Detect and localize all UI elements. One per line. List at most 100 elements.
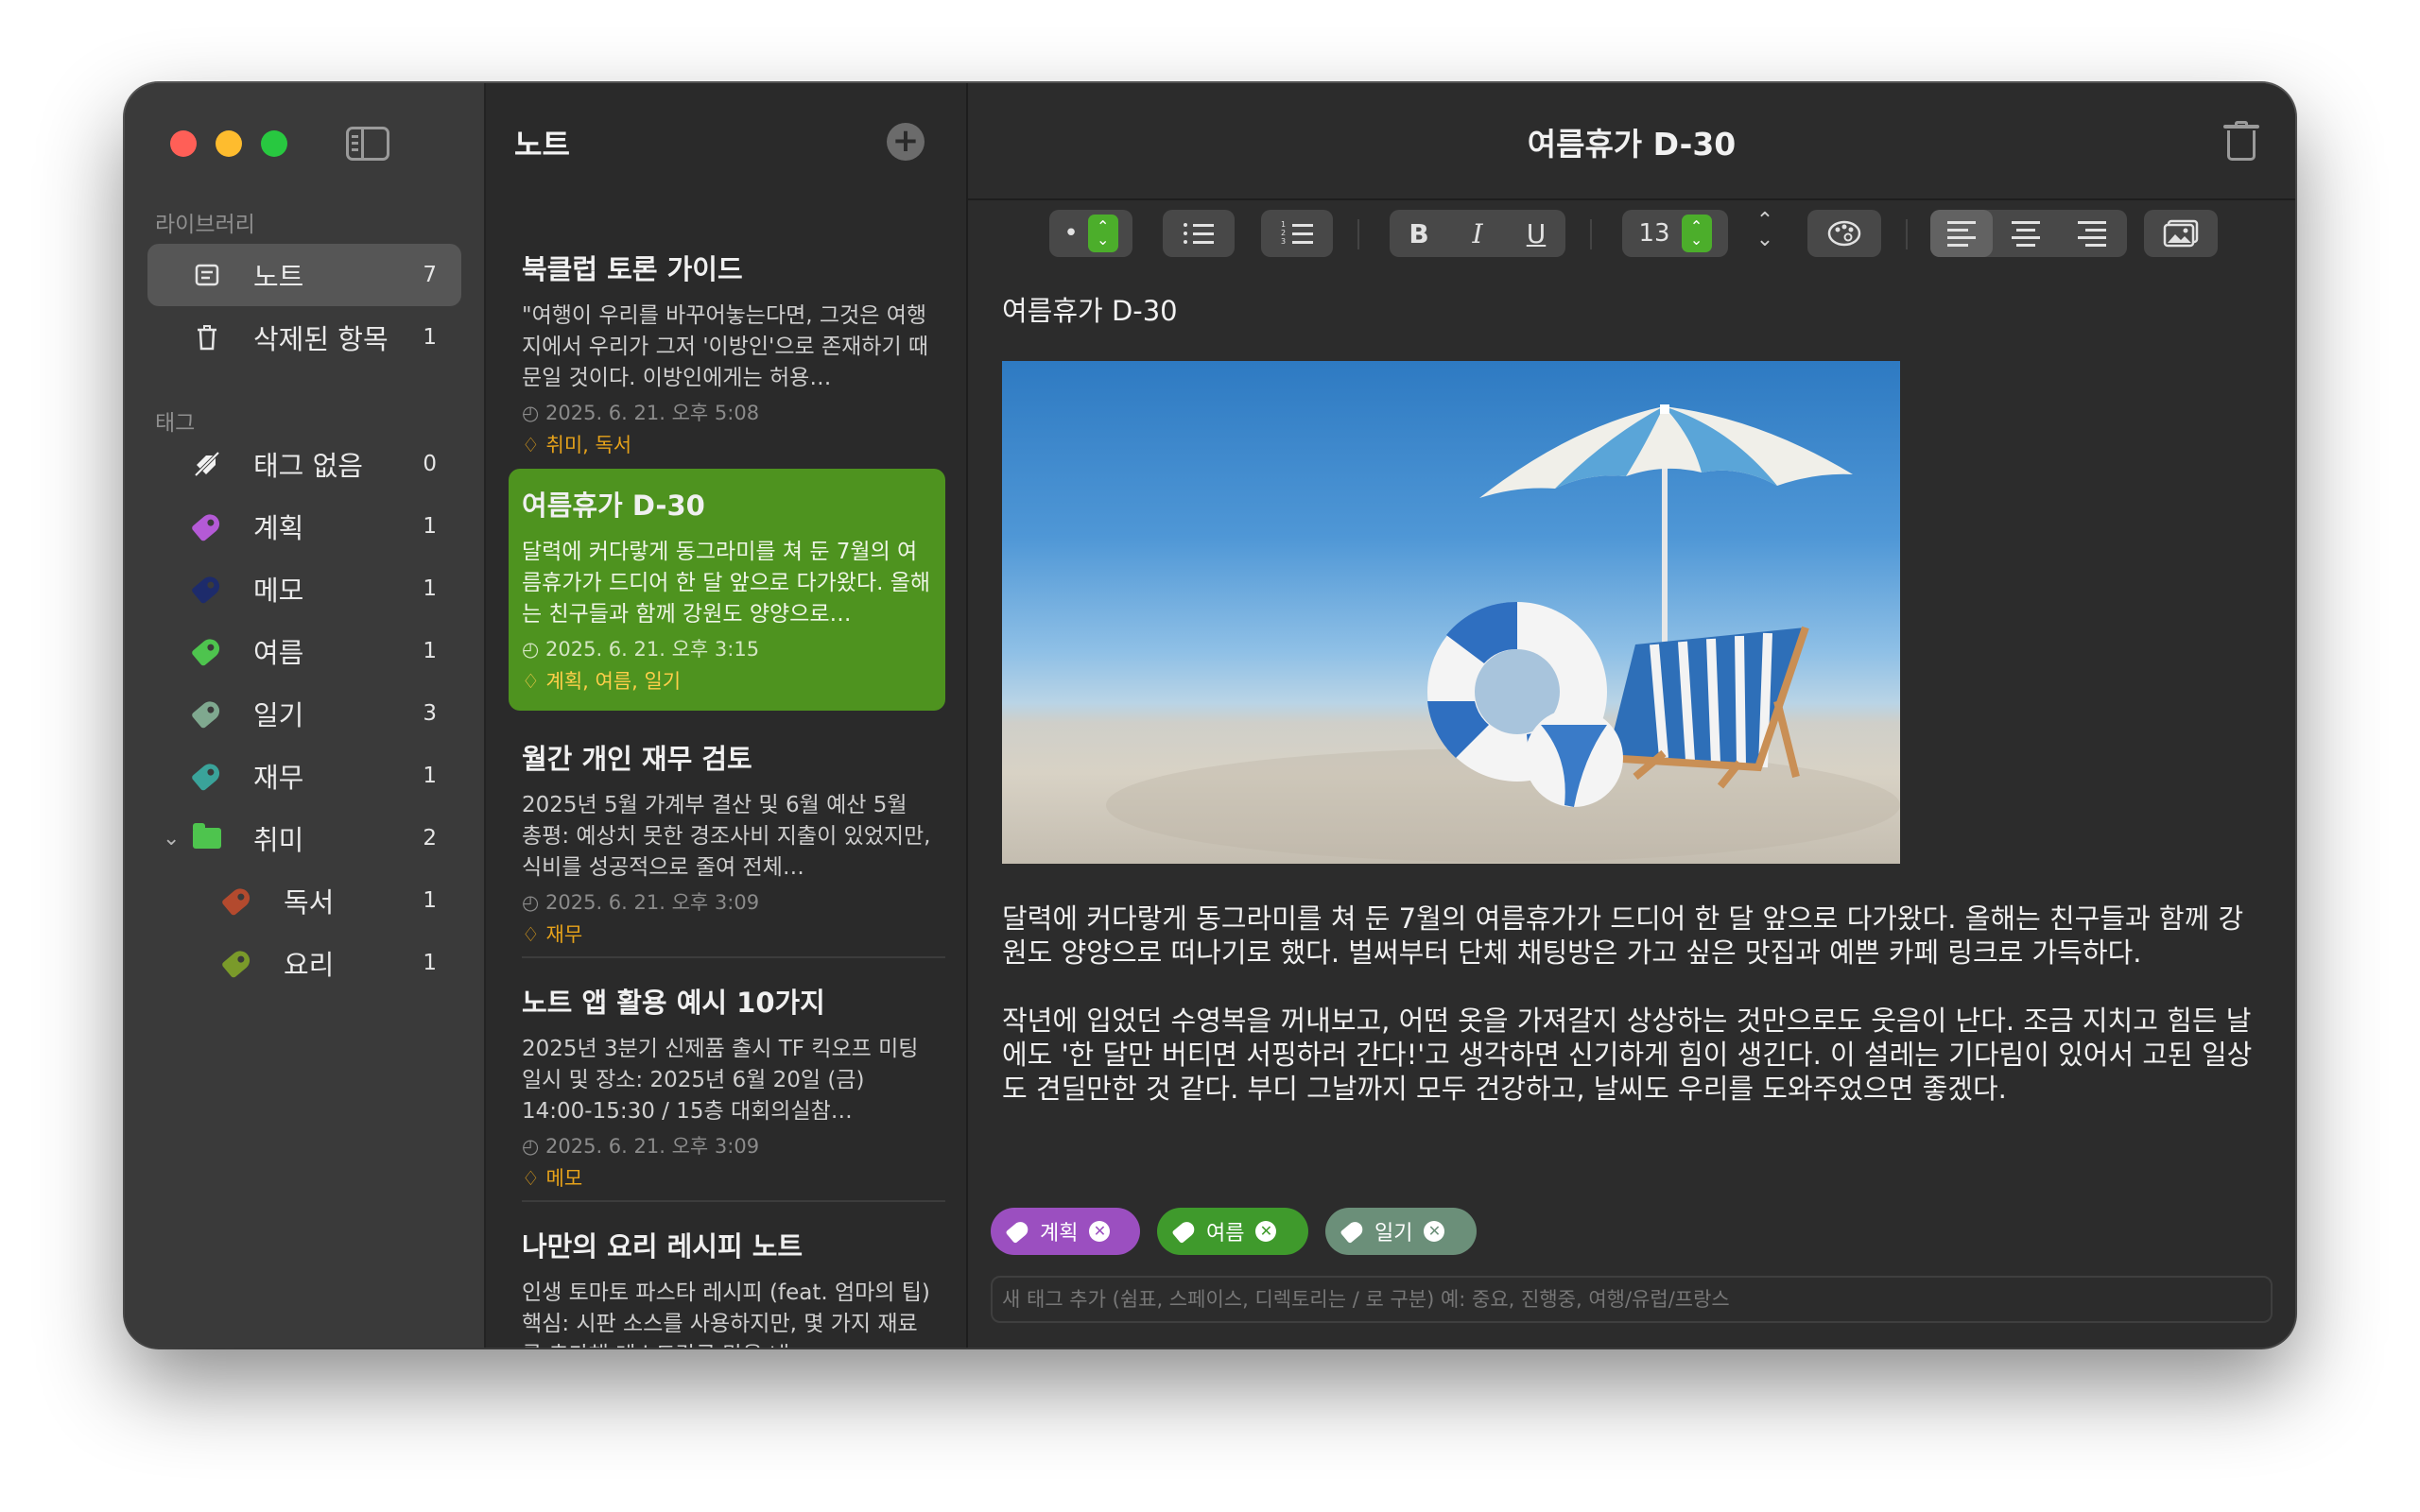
- sidebar-item-count: 1: [423, 576, 437, 601]
- toolbar-divider: [1357, 219, 1359, 249]
- sidebar-toggle-icon[interactable]: [346, 127, 389, 161]
- bulleted-list-button[interactable]: [1163, 210, 1235, 257]
- text-style-group: B I U: [1390, 210, 1565, 257]
- tag-icon: [1171, 1218, 1198, 1245]
- color-picker-button[interactable]: [1807, 210, 1881, 257]
- sidebar-item-label: 메모: [253, 575, 304, 607]
- tag-chip-summer[interactable]: 여름 ✕: [1157, 1208, 1308, 1255]
- align-center-button[interactable]: [1993, 210, 2059, 257]
- sidebar-item-label: 삭제된 항목: [253, 323, 389, 355]
- sidebar-item-label: 취미: [253, 824, 304, 856]
- note-tags: ♢ 계획, 여름, 일기: [522, 670, 682, 693]
- note-preview: 2025년 5월 가계부 결산 및 6월 예산 5월 총평: 예상치 못한 경조…: [522, 793, 931, 880]
- tag-chip-plan[interactable]: 계획 ✕: [991, 1208, 1140, 1255]
- sidebar-item-tag-finance[interactable]: 재무 1: [147, 745, 461, 807]
- bold-button[interactable]: B: [1390, 210, 1448, 257]
- library-section-label: 라이브러리: [155, 213, 255, 237]
- zoom-window-button[interactable]: [261, 130, 287, 157]
- note-tags: ♢ 재무: [522, 923, 583, 946]
- tag-icon: [1005, 1218, 1031, 1245]
- bullet-style-popup[interactable]: • ⌃ ⌄: [1049, 210, 1132, 257]
- remove-tag-icon[interactable]: ✕: [1424, 1221, 1445, 1242]
- sidebar-item-label: 일기: [253, 699, 304, 731]
- note-title: 노트 앱 활용 예시 10가지: [522, 987, 825, 1019]
- document-title: 여름휴가 D-30: [1002, 295, 1178, 327]
- sidebar-item-count: 1: [423, 514, 437, 539]
- tags-section-label: 태그: [155, 411, 196, 436]
- chevron-down-icon[interactable]: ⌄: [163, 827, 180, 850]
- photo-icon: [2163, 219, 2199, 248]
- note-date: ◴ 2025. 6. 21. 오후 3:09: [522, 1135, 760, 1158]
- tag-chip-label: 계획: [1040, 1222, 1079, 1246]
- sidebar-item-deleted[interactable]: 삭제된 항목 1: [147, 306, 461, 369]
- note-list-item[interactable]: 노트 앱 활용 예시 10가지 2025년 3분기 신제품 출시 TF 킥오프 …: [509, 966, 945, 1194]
- sidebar-item-label: 계획: [253, 512, 304, 544]
- note-preview: "여행이 우리를 바꾸어놓는다면, 그것은 여행지에서 우리가 그저 '이방인'…: [522, 303, 929, 390]
- delete-note-button[interactable]: [2223, 121, 2259, 163]
- numbered-list-icon: 123: [1281, 221, 1313, 246]
- note-list-item[interactable]: 월간 개인 재무 검토 2025년 5월 가계부 결산 및 6월 예산 5월 총…: [509, 722, 945, 950]
- tag-chip-diary[interactable]: 일기 ✕: [1325, 1208, 1477, 1255]
- sidebar-item-no-tag[interactable]: 태그 없음 0: [147, 433, 461, 495]
- italic-button[interactable]: I: [1448, 210, 1507, 257]
- numbered-list-button[interactable]: 123: [1261, 210, 1333, 257]
- sidebar-item-label: 여름: [253, 637, 304, 669]
- align-right-button[interactable]: [2059, 210, 2125, 257]
- sidebar-item-tag-plan[interactable]: 계획 1: [147, 495, 461, 558]
- sidebar-item-tag-memo[interactable]: 메모 1: [147, 558, 461, 620]
- font-size-value: 13: [1638, 219, 1670, 248]
- insert-image-button[interactable]: [2144, 210, 2218, 257]
- sidebar-item-count: 1: [423, 325, 437, 350]
- minimize-window-button[interactable]: [216, 130, 242, 157]
- sidebar-item-label: 요리: [284, 949, 335, 981]
- font-size-popup[interactable]: 13 ⌃ ⌄: [1622, 210, 1728, 257]
- sidebar-item-notes[interactable]: 노트 7: [147, 244, 461, 306]
- align-center-icon: [2012, 220, 2040, 247]
- new-tag-input[interactable]: [991, 1276, 2273, 1323]
- sidebar-item-tag-cooking[interactable]: 요리 1: [147, 932, 461, 994]
- align-left-button[interactable]: [1930, 210, 1993, 257]
- divider: [522, 1200, 945, 1202]
- underline-button[interactable]: U: [1507, 210, 1565, 257]
- sidebar-item-count: 1: [423, 888, 437, 913]
- note-title: 월간 개인 재무 검토: [522, 743, 752, 775]
- note-list-item[interactable]: 북클럽 토론 가이드 "여행이 우리를 바꾸어놓는다면, 그것은 여행지에서 우…: [509, 232, 945, 460]
- popup-stepper-icon: ⌃ ⌄: [1681, 215, 1712, 252]
- format-toolbar: • ⌃ ⌄ 123 B I U 13 ⌃ ⌄ ⌃ ⌄: [968, 210, 2295, 259]
- tag-chip-label: 여름: [1206, 1222, 1245, 1246]
- remove-tag-icon[interactable]: ✕: [1255, 1221, 1277, 1242]
- note-preview: 2025년 3분기 신제품 출시 TF 킥오프 미팅일시 및 장소: 2025년…: [522, 1037, 919, 1124]
- note-title: 북클럽 토론 가이드: [522, 253, 743, 285]
- remove-tag-icon[interactable]: ✕: [1089, 1221, 1111, 1242]
- font-size-stepper[interactable]: ⌃ ⌄: [1753, 211, 1777, 257]
- editor: 여름휴가 D-30 • ⌃ ⌄ 123 B I U 13 ⌃ ⌄ ⌃ ⌄ 여름휴…: [968, 83, 2295, 1348]
- tag-icon: [190, 635, 224, 667]
- sidebar-item-count: 0: [423, 452, 437, 476]
- palette-icon: [1827, 220, 1861, 247]
- document-body[interactable]: 달력에 커다랗게 동그라미를 쳐 둔 7월의 여름휴가가 드디어 한 달 앞으로…: [1002, 902, 2263, 1140]
- sidebar-item-tag-diary[interactable]: 일기 3: [147, 682, 461, 745]
- note-date: ◴ 2025. 6. 21. 오후 5:08: [522, 402, 760, 424]
- note-tags: ♢ 메모: [522, 1167, 583, 1190]
- sidebar-item-label: 독서: [284, 886, 335, 919]
- note-icon: [193, 261, 221, 289]
- tag-icon: [190, 760, 224, 792]
- sidebar-item-tag-summer[interactable]: 여름 1: [147, 620, 461, 682]
- sidebar: 라이브러리 노트 7 삭제된 항목 1 태그 태그 없음 0 계획 1 메모 1…: [125, 83, 486, 1348]
- decrease-font-icon[interactable]: ⌄: [1753, 230, 1777, 250]
- note-list-title: 노트: [514, 127, 570, 163]
- sidebar-item-label: 노트: [253, 261, 304, 293]
- close-window-button[interactable]: [170, 130, 197, 157]
- sidebar-item-count: 1: [423, 951, 437, 975]
- sidebar-item-tag-hobby[interactable]: ⌄ 취미 2: [147, 807, 461, 869]
- editor-header: 여름휴가 D-30: [968, 83, 2295, 200]
- note-list-item-selected[interactable]: 여름휴가 D-30 달력에 커다랗게 동그라미를 쳐 둔 7월의 여름휴가가 드…: [509, 469, 945, 711]
- add-note-button[interactable]: +: [887, 123, 925, 161]
- align-right-icon: [2078, 220, 2106, 247]
- app-window: 라이브러리 노트 7 삭제된 항목 1 태그 태그 없음 0 계획 1 메모 1…: [125, 83, 2295, 1348]
- note-list-item[interactable]: 나만의 요리 레시피 노트 인생 토마토 파스타 레시피 (feat. 엄마의 …: [509, 1210, 945, 1348]
- note-preview: 인생 토마토 파스타 레시피 (feat. 엄마의 팁)핵심: 시판 소스를 사…: [522, 1280, 930, 1348]
- sidebar-item-tag-reading[interactable]: 독서 1: [147, 869, 461, 932]
- tag-chip-label: 일기: [1374, 1222, 1413, 1246]
- note-preview: 달력에 커다랗게 동그라미를 쳐 둔 7월의 여름휴가가 드디어 한 달 앞으로…: [522, 540, 931, 627]
